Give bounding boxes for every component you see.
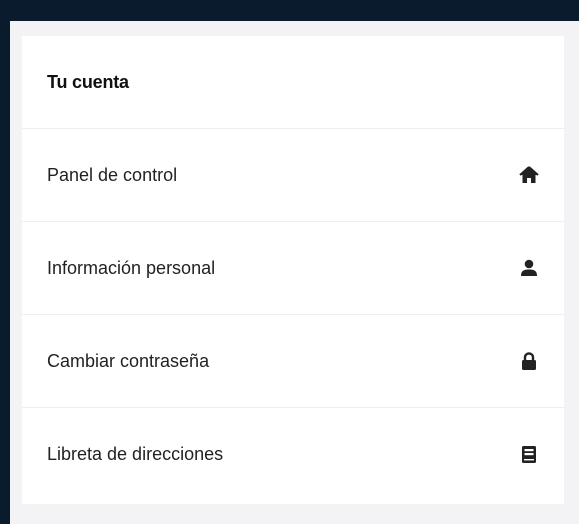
home-icon	[518, 164, 540, 186]
app-frame: Tu cuenta Panel de control Información p…	[0, 0, 579, 524]
account-menu-title: Tu cuenta	[47, 71, 129, 92]
menu-item-dashboard[interactable]: Panel de control	[22, 129, 564, 222]
menu-item-label: Libreta de direcciones	[47, 444, 224, 464]
address-book-icon	[518, 444, 540, 466]
user-icon	[518, 257, 540, 279]
menu-item-label: Cambiar contraseña	[47, 350, 210, 371]
account-menu-card: Tu cuenta Panel de control Información p…	[22, 36, 564, 504]
menu-item-label: Información personal	[47, 257, 216, 278]
menu-item-address-book[interactable]: Libreta de direcciones	[22, 408, 564, 501]
account-menu-header: Tu cuenta	[22, 36, 564, 129]
menu-item-change-password[interactable]: Cambiar contraseña	[22, 315, 564, 408]
menu-item-personal-info[interactable]: Información personal	[22, 222, 564, 315]
lock-icon	[518, 350, 540, 372]
menu-item-label: Panel de control	[47, 164, 178, 185]
